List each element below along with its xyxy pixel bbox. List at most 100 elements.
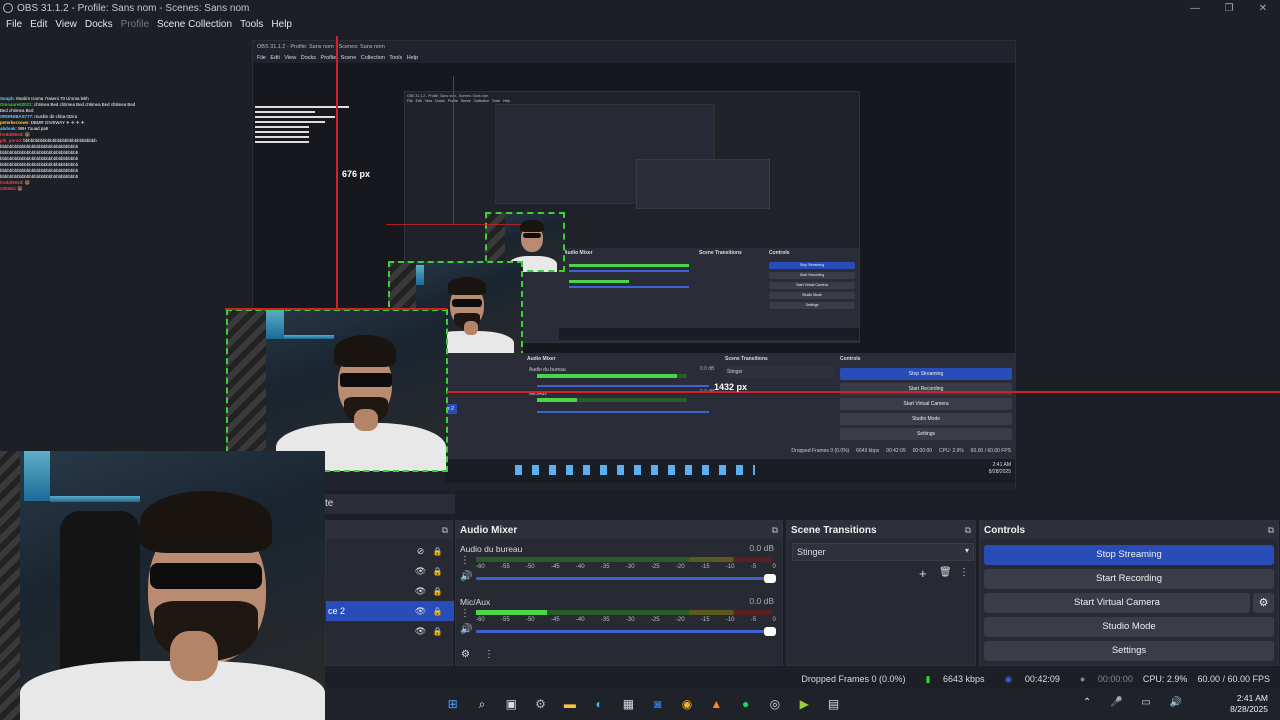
settings-icon[interactable]: ⚙ (526, 694, 555, 714)
minimize-button[interactable]: — (1178, 0, 1212, 16)
menu-file[interactable]: File (6, 19, 22, 30)
calculator-icon[interactable]: ▤ (819, 694, 848, 714)
spotify-icon[interactable]: ● (731, 694, 760, 714)
menu-docks[interactable]: Docks (85, 19, 113, 30)
audio-mixer-header: Audio Mixer ⧉ (456, 521, 782, 539)
taskbar-clock[interactable]: 2:41 AM 8/28/2025 (1230, 693, 1268, 715)
studio-mode-button[interactable]: Studio Mode (984, 617, 1274, 637)
eye-icon[interactable]: 👁 (412, 566, 429, 577)
scale-tick: -25 (650, 617, 660, 623)
media-player-icon[interactable]: ▶ (790, 694, 819, 714)
start-virtual-camera-button[interactable]: Start Virtual Camera (984, 593, 1250, 613)
close-button[interactable]: ✕ (1246, 0, 1280, 16)
virtual-camera-settings-icon[interactable]: ⚙ (1253, 593, 1274, 613)
maximize-button[interactable]: ❐ (1212, 0, 1246, 16)
eye-icon[interactable]: 👁 (412, 626, 429, 637)
file-explorer-icon[interactable]: ▬ (555, 694, 584, 714)
scale-tick: -35 (600, 617, 610, 623)
scale-tick: -55 (500, 564, 510, 570)
menu-profile: Profile (120, 18, 150, 30)
source-row[interactable]: ce 2 👁 🔒 (326, 601, 454, 621)
scene-tab[interactable]: te (325, 494, 455, 514)
task-view-icon[interactable]: ▣ (497, 694, 526, 714)
aws-icon[interactable]: ▲ (702, 694, 731, 714)
nested-transitions-2: Scene Transitions (699, 250, 742, 256)
nested-statusbar: Dropped Frames 0 (0.0%) 6643 kbps 00:42:… (791, 448, 1011, 454)
dock-undock-icon[interactable]: ⧉ (965, 525, 971, 536)
chrome-icon[interactable]: ◉ (672, 694, 701, 714)
edge-icon[interactable]: ◐ (584, 694, 613, 714)
nested-ch2-db: 0.0 dB (700, 366, 715, 372)
menu-edit[interactable]: Edit (30, 19, 47, 30)
bitrate-indicator: ▮ 6643 kbps (925, 673, 985, 684)
nested-meter-2a (569, 264, 689, 267)
dock-undock-icon[interactable]: ⧉ (772, 525, 778, 536)
menu-scene-collection[interactable]: Scene Collection (157, 19, 232, 30)
menu-view[interactable]: View (55, 19, 77, 30)
preview-canvas[interactable]: Souph: Muslim Izoma 7raseni 70 Ui'sma le… (0, 36, 1280, 490)
fader-knob[interactable] (764, 574, 776, 583)
search-icon[interactable]: ⌕ (467, 694, 496, 714)
speaker-icon[interactable]: 🔊 (460, 624, 472, 635)
transition-menu-icon[interactable]: ⋮ (959, 567, 969, 578)
nested-meter-2b (569, 280, 629, 283)
scale-tick: -5 (750, 564, 757, 570)
source-name: ce 2 (328, 606, 346, 616)
system-tray[interactable]: ⌃ 🎤 ▭ 🔊 (1083, 697, 1190, 708)
fader-knob[interactable] (764, 627, 776, 636)
cpu-usage: CPU: 2.9% (1142, 674, 1188, 684)
remove-transition-icon[interactable]: 🗑 (939, 567, 952, 578)
stream-icon: ◉ (1004, 673, 1013, 684)
channel-menu-icon[interactable]: ⋮ (460, 608, 470, 619)
lock-icon[interactable]: 🔒 (429, 547, 446, 556)
window-controls: — ❐ ✕ (1178, 0, 1280, 16)
nested-guide-line-2 (453, 76, 454, 224)
transition-select[interactable]: Stinger ▾ (792, 543, 974, 561)
chat-line: 2008ds: 🐻 (0, 186, 23, 191)
dock-undock-icon[interactable]: ⧉ (1268, 525, 1274, 536)
eye-hidden-icon[interactable]: ⊘ (412, 546, 429, 557)
eye-icon[interactable]: 👁 (412, 586, 429, 597)
scale-tick: -5 (750, 617, 757, 623)
nested-start-recording-1: Start Recording (840, 383, 1012, 395)
obs-taskbar-icon[interactable]: ◎ (760, 694, 789, 714)
horizontal-guide-line (447, 391, 1280, 393)
add-transition-icon[interactable]: + (919, 566, 927, 581)
scale-tick: -10 (725, 564, 735, 570)
mixer-settings-icon[interactable]: ⚙ (461, 649, 470, 660)
speaker-icon[interactable]: 🔊 (460, 571, 472, 582)
channel-menu-icon[interactable]: ⋮ (460, 555, 470, 566)
volume-fader[interactable] (476, 627, 776, 636)
scale-tick: -40 (575, 617, 585, 623)
source-row[interactable]: 👁 🔒 (326, 581, 454, 601)
nested-studio-mode-2: Studio Mode (769, 292, 855, 299)
lock-icon[interactable]: 🔒 (429, 567, 446, 576)
nested-taskbar-icons (515, 465, 755, 475)
eye-icon[interactable]: 👁 (412, 606, 429, 617)
lock-icon[interactable]: 🔒 (429, 627, 446, 636)
nested-fader-2a (569, 270, 689, 272)
nested-ch1-label: Audio du bureau (529, 367, 566, 373)
nested-obs-window-4 (636, 159, 770, 209)
store-icon[interactable]: ▦ (614, 694, 643, 714)
nested-audio-mixer-2: Audio Mixer (564, 250, 593, 256)
volume-fader[interactable] (476, 574, 776, 583)
menu-help[interactable]: Help (271, 19, 292, 30)
nested-studio-mode-1: Studio Mode (840, 413, 1012, 425)
lock-icon[interactable]: 🔒 (429, 607, 446, 616)
dock-undock-icon[interactable]: ⧉ (442, 525, 448, 536)
menu-tools[interactable]: Tools (240, 19, 263, 30)
start-recording-button[interactable]: Start Recording (984, 569, 1274, 589)
settings-button[interactable]: Settings (984, 641, 1274, 661)
source-row[interactable]: 👁 🔒 (326, 621, 454, 641)
source-row[interactable]: 👁 🔒 (326, 561, 454, 581)
stream-timer: ◉ 00:42:09 (1004, 673, 1060, 684)
source-row[interactable]: ⊘ 🔒 (326, 541, 454, 561)
stop-streaming-button[interactable]: Stop Streaming (984, 545, 1274, 565)
preview-selection-box[interactable] (226, 309, 448, 472)
windows-start-icon[interactable]: ⊞ (438, 694, 467, 714)
audio-channel: Audio du bureau 0.0 dB ⋮ -60 -55 -50 -45 -40 -35… (460, 543, 778, 593)
mixer-menu-icon[interactable]: ⋮ (484, 649, 494, 660)
lock-icon[interactable]: 🔒 (429, 587, 446, 596)
outlook-icon[interactable]: ◙ (643, 694, 672, 714)
